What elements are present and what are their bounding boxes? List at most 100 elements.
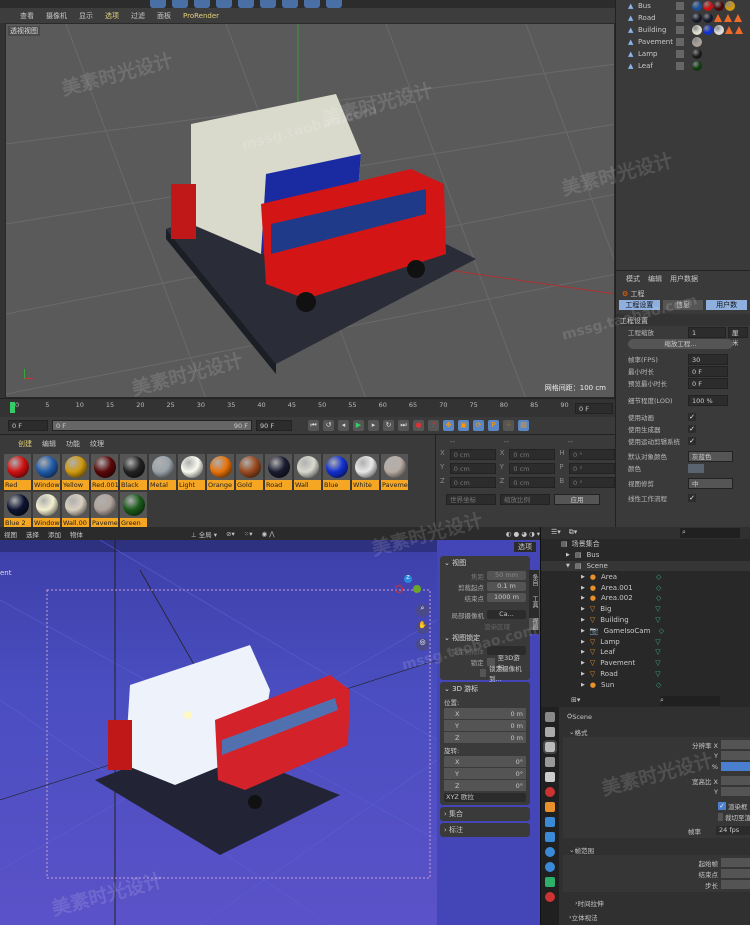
material-swatch[interactable]: Paveme [381,454,408,490]
material-swatch[interactable]: Blue [323,454,350,490]
object-row[interactable]: ▲ Leaf [616,60,750,72]
modifier-tab-icon[interactable] [545,817,555,827]
rotate-icon[interactable]: ⟳ [473,420,484,431]
coord-field[interactable]: 0 cm [509,477,556,488]
mat-menu-edit[interactable]: 编辑 [42,439,56,449]
display-mode-icon[interactable]: ☰▾ [551,528,561,538]
scale-project-button[interactable]: 缩放工程... [628,339,733,349]
object-row[interactable]: ▲ Building [616,24,750,36]
material-tag-icon[interactable] [692,37,702,47]
material-swatch[interactable]: Paveme [91,492,118,528]
mat-menu-function[interactable]: 功能 [66,439,80,449]
object-tab-icon[interactable] [545,802,555,812]
coord-field[interactable]: 0 cm [509,449,556,460]
outliner-item[interactable]: ▶ ▽ Big ▽ [541,604,750,615]
phong-tag-icon[interactable] [724,14,732,22]
tab-tool[interactable]: 工具 [529,596,539,608]
rotation-mode-dropdown[interactable]: XYZ 欧拉 [444,793,526,802]
range-slider[interactable]: 0 F 90 F [52,420,252,431]
outliner-item[interactable]: ▼ ▤ Scene [541,560,750,572]
help-icon[interactable]: ? [428,420,439,431]
expand-arrow-icon[interactable]: ▶ [581,682,585,688]
cursor-loc-field[interactable]: 0 m [510,710,523,718]
goto-start-icon[interactable]: ⏮ [308,420,319,431]
clip-end-field[interactable]: 1000 m [487,593,526,602]
menu-camera[interactable]: 摄像机 [46,11,67,21]
expand-arrow-icon[interactable]: ▶ [566,552,570,558]
menu-options[interactable]: 选项 [105,11,119,21]
collapse-icon[interactable]: ⌄ [444,634,450,642]
nav-gizmo[interactable]: Z [393,575,423,597]
expand-arrow-icon[interactable]: ▶ [581,649,585,655]
resolution-pct-slider[interactable] [721,762,750,771]
prev-key-icon[interactable]: ↺ [323,420,334,431]
material-tab-icon[interactable] [545,892,555,902]
menu-display[interactable]: 显示 [79,11,93,21]
material-swatch[interactable]: Window [33,492,60,528]
attr-menu-edit[interactable]: 编辑 [648,274,662,284]
tool-button[interactable] [172,0,188,8]
coord-field[interactable]: 0 ° [569,477,616,488]
particles-tab-icon[interactable] [545,832,555,842]
material-tag-icon[interactable] [703,1,713,11]
editor-type-icon[interactable]: ⊞▾ [571,696,580,706]
expand-arrow-icon[interactable]: ▶ [581,617,585,623]
visibility-toggle-icon[interactable] [676,50,684,58]
grid-snap-icon[interactable]: ⁙▾ [244,530,253,538]
visibility-toggle-icon[interactable] [676,38,684,46]
stereoscopy-panel[interactable]: › 立体视法 [563,911,750,922]
frame-step-field[interactable] [721,880,750,889]
coord-field[interactable]: 0 cm [449,463,496,474]
local-camera-field[interactable]: Ca... [487,610,526,619]
move-icon[interactable]: ✥ [443,420,454,431]
fps-field[interactable]: 30 [688,353,728,365]
focal-field[interactable]: 50 mm [487,571,526,580]
coord-mode-dropdown[interactable]: 世界坐标 [446,494,496,505]
tool-button[interactable] [238,0,254,8]
material-swatch[interactable]: Red.001 [91,454,118,490]
render-tab-icon[interactable] [545,727,555,737]
material-swatch[interactable]: Road [265,454,292,490]
tab-info[interactable]: 信息 [662,300,704,310]
object-row[interactable]: ▲ Lamp [616,48,750,60]
outliner-item[interactable]: ▶ ▽ Pavement ▽ [541,658,750,669]
material-swatch[interactable]: Wall.00 [62,492,89,528]
menu-select[interactable]: 选择 [26,529,39,539]
tool-button[interactable] [282,0,298,8]
visibility-toggle-icon[interactable] [676,62,684,70]
material-tag-icon[interactable] [692,25,702,35]
outliner-item[interactable]: ▶ ▽ Building ▽ [541,615,750,626]
expand-arrow-icon[interactable]: ▼ [566,563,570,569]
shading-icons[interactable]: ◐ ● ◕ ◑ ▾ [506,530,540,538]
material-swatch[interactable]: Gold [236,454,263,490]
expand-arrow-icon[interactable]: ▶ [581,660,585,666]
options-dropdown[interactable]: 选项 [514,542,536,552]
next-key-icon[interactable]: ↻ [383,420,394,431]
expand-arrow-icon[interactable]: ▶ [581,671,585,677]
expand-arrow-icon[interactable]: ▶ [581,595,585,601]
outliner-item[interactable]: ▶ 📷 GameIsoCam ◇ [541,625,750,636]
apply-button[interactable]: 应用 [554,494,600,505]
phong-tag-icon[interactable] [725,26,733,34]
coord-field[interactable]: 0 cm [449,449,496,460]
aspect-y-field[interactable] [721,787,750,796]
material-swatch[interactable]: Window [33,454,60,490]
grid-dots-icon[interactable]: ⁘ [503,420,514,431]
visibility-toggle-icon[interactable] [676,14,684,22]
outliner-root[interactable]: 场景集合 [572,539,600,549]
use-animation-checkbox[interactable]: ✓ [688,413,696,421]
search-icon[interactable]: ⌕ [680,528,740,538]
expand-arrow-icon[interactable]: ▶ [581,585,585,591]
view-clip-dropdown[interactable]: 中 [688,477,733,489]
tool-button[interactable] [260,0,276,8]
tool-button[interactable] [326,0,342,8]
tab-item[interactable]: 条目 [529,574,539,586]
object-row[interactable]: ▲ Pavement [616,36,750,48]
expand-arrow-icon[interactable]: ▶ [581,574,585,580]
frame-rate-dropdown[interactable]: 24 fps [716,826,750,835]
object-row[interactable]: ▲ Road [616,12,750,24]
scene-tab-icon[interactable] [545,772,555,782]
material-tag-icon[interactable] [703,13,713,23]
expand-arrow-icon[interactable]: ▶ [581,639,585,645]
expand-arrow-icon[interactable]: ▶ [581,606,585,612]
